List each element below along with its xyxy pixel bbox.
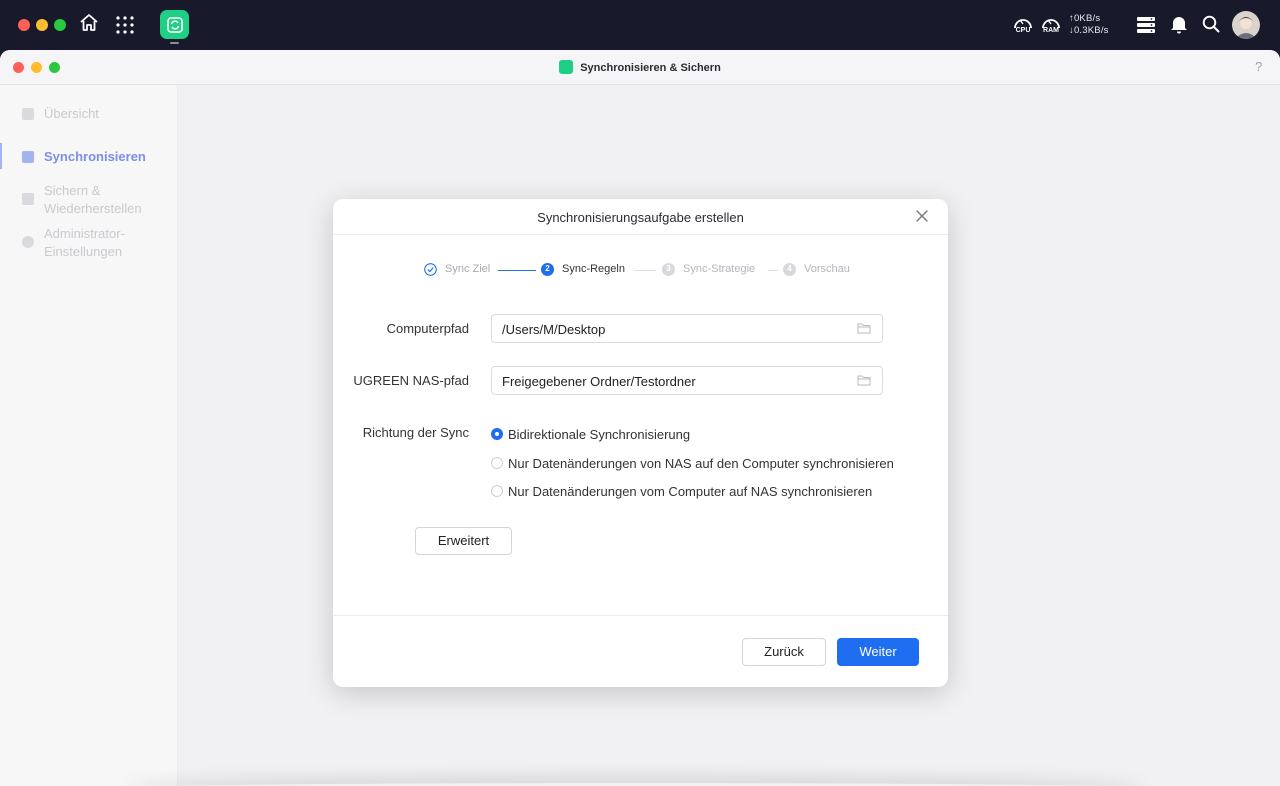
- system-topbar: CPU RAM ↑0KB/s ↓0.3KB/s: [0, 0, 1280, 50]
- back-button[interactable]: Zurück: [742, 638, 826, 666]
- upload-speed: ↑0KB/s: [1069, 13, 1101, 24]
- folder-icon[interactable]: [857, 374, 871, 386]
- window-title: Synchronisieren & Sichern: [0, 60, 1280, 74]
- folder-icon[interactable]: [857, 322, 871, 334]
- sync-app-icon[interactable]: [160, 10, 189, 39]
- home-icon[interactable]: [78, 12, 100, 34]
- step-number-badge: 4: [783, 263, 796, 276]
- overview-icon: [22, 108, 34, 120]
- bell-icon[interactable]: [1169, 14, 1189, 34]
- step-number-badge: 3: [662, 263, 675, 276]
- step-connector: [768, 270, 778, 271]
- dialog-title: Synchronisierungsaufgabe erstellen: [537, 210, 744, 225]
- step-number-badge: 2: [541, 263, 554, 276]
- sidebar-item-label: Administrator-Einstellungen: [44, 226, 125, 259]
- nas-path-value: Freigegebener Ordner/Testordner: [502, 374, 696, 389]
- radio-button-selected[interactable]: [491, 428, 503, 440]
- ram-label: RAM: [1043, 27, 1059, 34]
- radio-button[interactable]: [491, 457, 503, 469]
- step-label: Sync-Regeln: [562, 263, 625, 275]
- radio-label: Nur Datenänderungen vom Computer auf NAS…: [508, 484, 873, 499]
- topbar-minimize-dot[interactable]: [36, 19, 48, 31]
- network-speed: ↑0KB/s ↓0.3KB/s: [1069, 13, 1109, 37]
- help-button[interactable]: ?: [1255, 59, 1262, 74]
- search-icon[interactable]: [1201, 14, 1221, 34]
- window-titlebar: Synchronisieren & Sichern ?: [0, 50, 1280, 85]
- topbar-zoom-dot[interactable]: [54, 19, 66, 31]
- active-app-indicator: [170, 42, 179, 44]
- dialog-footer-divider: [333, 615, 948, 616]
- nas-path-label: UGREEN NAS-pfad: [353, 373, 469, 388]
- close-icon[interactable]: [915, 209, 929, 223]
- avatar[interactable]: [1232, 11, 1260, 39]
- step-label: Sync Ziel: [445, 263, 491, 275]
- download-speed: ↓0.3KB/s: [1069, 25, 1109, 36]
- dialog-header: Synchronisierungsaufgabe erstellen: [333, 199, 948, 235]
- check-circle-icon: [424, 263, 437, 276]
- radio-label: Nur Datenänderungen von NAS auf den Comp…: [508, 456, 894, 471]
- step-connector: [634, 270, 656, 271]
- create-sync-task-dialog: Synchronisierungsaufgabe erstellen Sync …: [333, 199, 948, 687]
- step-connector: [498, 270, 536, 271]
- sidebar-active-indicator: [0, 143, 2, 169]
- window-title-text: Synchronisieren & Sichern: [580, 62, 721, 74]
- settings-gear-icon: [22, 236, 34, 248]
- sync-list-icon: [22, 151, 34, 163]
- sidebar-item-label: Synchronisieren: [44, 149, 146, 164]
- radio-button[interactable]: [491, 485, 503, 497]
- topbar-close-dot[interactable]: [18, 19, 30, 31]
- advanced-button[interactable]: Erweitert: [415, 527, 512, 555]
- server-list-icon[interactable]: [1136, 15, 1156, 35]
- step-number: 3: [666, 264, 671, 273]
- app-grid-icon[interactable]: [114, 14, 136, 36]
- sidebar-item-label: Übersicht: [44, 106, 99, 121]
- cpu-label: CPU: [1015, 27, 1031, 34]
- step-label: Sync-Strategie: [683, 263, 756, 275]
- nas-path-input[interactable]: Freigegebener Ordner/Testordner: [491, 366, 883, 395]
- backup-icon: [22, 193, 34, 205]
- step-label: Vorschau: [804, 263, 850, 275]
- sidebar-item-label: Sichern & Wiederherstellen: [44, 183, 142, 216]
- radio-label: Bidirektionale Synchronisierung: [508, 427, 691, 442]
- step-number: 2: [545, 264, 550, 273]
- computer-path-value: /Users/M/Desktop: [502, 322, 606, 337]
- next-button[interactable]: Weiter: [837, 638, 919, 666]
- sync-direction-label: Richtung der Sync: [362, 425, 469, 440]
- computer-path-label: Computerpfad: [386, 321, 469, 336]
- step-number: 4: [787, 264, 792, 273]
- computer-path-input[interactable]: /Users/M/Desktop: [491, 314, 883, 343]
- sidebar: Übersicht Synchronisieren Sichern & Wied…: [0, 85, 178, 786]
- sync-app-icon: [559, 60, 574, 74]
